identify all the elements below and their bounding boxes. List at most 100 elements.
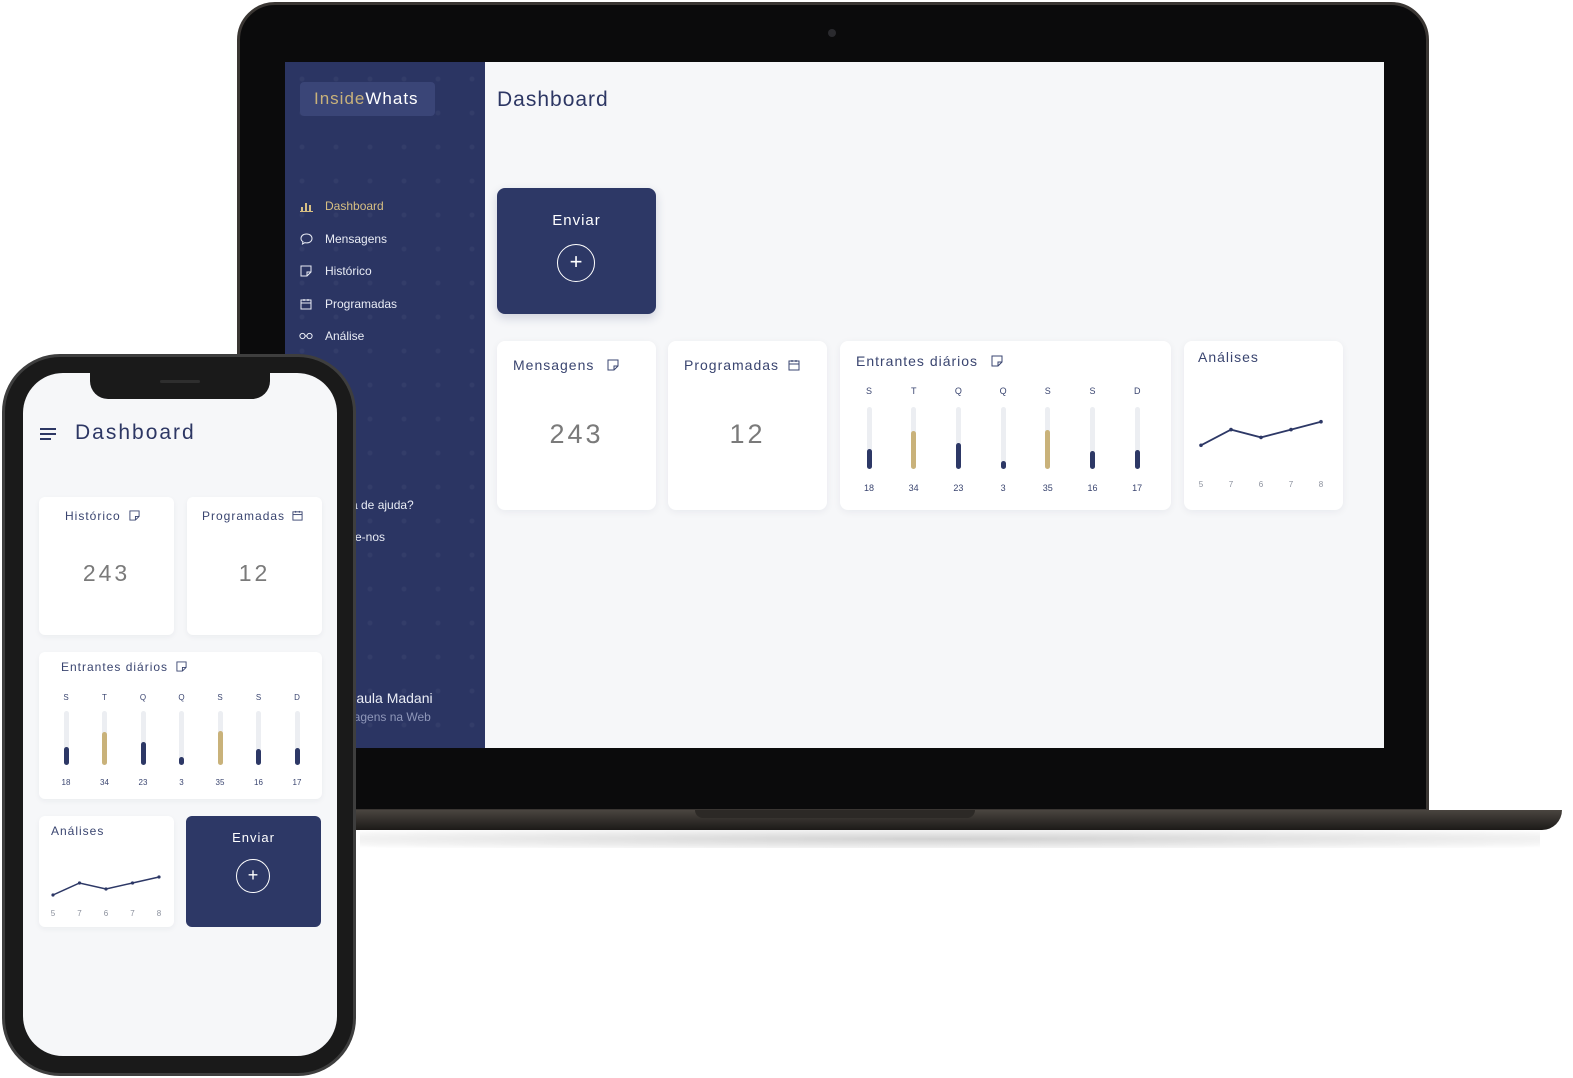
programadas-card[interactable]: Programadas 12 <box>668 341 827 510</box>
calendar-icon <box>299 298 313 310</box>
data-point <box>157 875 161 879</box>
sidebar-item-mensagens[interactable]: Mensagens <box>299 223 397 256</box>
page-title: Dashboard <box>497 88 609 111</box>
card-title: Entrantes diários <box>856 353 1003 370</box>
data-point <box>1229 427 1233 432</box>
x-tick-label: 8 <box>156 909 162 918</box>
bar <box>102 731 107 765</box>
data-point <box>1199 443 1203 448</box>
user-name[interactable]: Paula Madani <box>347 690 433 706</box>
laptop-screen: InsideWhats Dashboard Mensagens Históric… <box>285 62 1384 748</box>
note-icon <box>129 510 140 524</box>
bar-track <box>1045 407 1051 469</box>
entrantes-card[interactable]: Entrantes diários S 18 T 34 Q 23 Q 3 S 35 S 16 D 17 <box>39 652 322 799</box>
series-line <box>52 876 160 896</box>
logo-part-inside: Inside <box>314 89 366 108</box>
bar-track <box>294 711 300 765</box>
bar-track <box>911 407 917 469</box>
bar-track <box>102 711 107 765</box>
card-title-text: Programadas <box>202 509 286 523</box>
bar <box>955 443 961 469</box>
historico-card[interactable]: Histórico 243 <box>39 497 174 635</box>
user-subtitle: nagens na Web <box>347 710 431 724</box>
bar <box>1090 450 1095 469</box>
app-logo[interactable]: InsideWhats <box>300 82 435 116</box>
bar-day-label: S <box>1089 386 1096 396</box>
data-point <box>1289 427 1293 432</box>
bar <box>140 742 146 765</box>
bar-track <box>179 711 184 765</box>
logo-part-whats: Whats <box>365 89 419 108</box>
x-tick-label: 8 <box>1318 480 1324 489</box>
sidebar-item-label: Dashboard <box>325 199 384 214</box>
bar-track <box>140 711 146 765</box>
laptop-hinge <box>695 810 975 818</box>
data-point <box>104 887 108 891</box>
bar-value-label: 16 <box>254 778 263 787</box>
sidebar-item-analise[interactable]: Análise <box>299 320 397 353</box>
sidebar-item-label: Análise <box>325 329 365 344</box>
bar-day-label: Q <box>999 386 1007 396</box>
laptop-camera <box>828 29 836 37</box>
programadas-card[interactable]: Programadas 12 <box>187 497 322 635</box>
bar-value-label: 3 <box>179 778 184 787</box>
bar-value-label: 35 <box>1042 483 1053 493</box>
plus-icon[interactable]: + <box>236 859 270 893</box>
sidebar-item-programadas[interactable]: Programadas <box>299 288 397 321</box>
bar <box>911 430 917 469</box>
bar <box>866 448 872 469</box>
bar-track <box>256 711 261 765</box>
send-card-button[interactable]: Enviar + <box>186 816 321 927</box>
bar-value-label: 23 <box>953 483 964 493</box>
bar <box>217 730 223 765</box>
plus-icon[interactable]: + <box>557 244 595 282</box>
bar-track <box>1134 407 1140 469</box>
bar-day-label: S <box>865 386 872 396</box>
bar-value-label: 18 <box>863 483 874 493</box>
note-icon <box>607 358 619 374</box>
analises-card[interactable]: Análises 57678 <box>39 816 174 927</box>
data-point <box>1259 435 1263 440</box>
bar-value-label: 18 <box>61 778 71 787</box>
bar-value-label: 34 <box>908 483 919 493</box>
x-tick-label: 5 <box>1198 480 1204 489</box>
card-value: 12 <box>238 560 271 586</box>
card-value: 243 <box>82 560 131 586</box>
card-value: 12 <box>729 419 766 449</box>
card-title: Entrantes diários <box>61 660 187 675</box>
card-title-text: Programadas <box>684 357 780 373</box>
bar-day-label: S <box>1044 386 1051 396</box>
send-label: Enviar <box>552 212 601 229</box>
sidebar-item-label: Programadas <box>325 296 398 311</box>
sidebar-item-dashboard[interactable]: Dashboard <box>299 190 397 223</box>
x-tick-label: 7 <box>1228 480 1234 489</box>
page-title: Dashboard <box>75 421 196 444</box>
mensagens-card[interactable]: Mensagens 243 <box>497 341 656 510</box>
glasses-icon <box>299 330 313 342</box>
send-card-button[interactable]: Enviar + <box>497 188 656 314</box>
bar-day-label: D <box>1133 386 1141 396</box>
card-value: 243 <box>549 419 604 449</box>
x-tick-label: 5 <box>50 909 56 918</box>
bar <box>1134 449 1140 469</box>
entrantes-card[interactable]: Entrantes diários S 18 T 34 Q 23 Q 3 S 35 S 16 D 17 <box>840 341 1171 510</box>
bar-day-label: S <box>63 693 69 702</box>
menu-icon[interactable] <box>40 428 56 443</box>
card-title-text: Entrantes diários <box>61 660 169 674</box>
card-title-text: Entrantes diários <box>856 353 979 369</box>
note-icon <box>991 354 1003 370</box>
analises-card[interactable]: Análises 57678 <box>1184 341 1343 510</box>
bar-chart-icon <box>299 200 313 212</box>
x-tick-label: 7 <box>130 909 135 918</box>
bar <box>179 757 184 765</box>
phone-notch <box>90 373 270 399</box>
data-point <box>1319 419 1323 424</box>
note-icon <box>176 661 187 675</box>
bar-value-label: 3 <box>1000 483 1006 493</box>
calendar-icon <box>292 510 303 524</box>
data-point <box>130 881 135 885</box>
card-title: Programadas <box>684 357 800 374</box>
sidebar-item-historico[interactable]: Histórico <box>299 255 397 288</box>
note-icon <box>299 265 313 277</box>
bar <box>1000 461 1006 469</box>
